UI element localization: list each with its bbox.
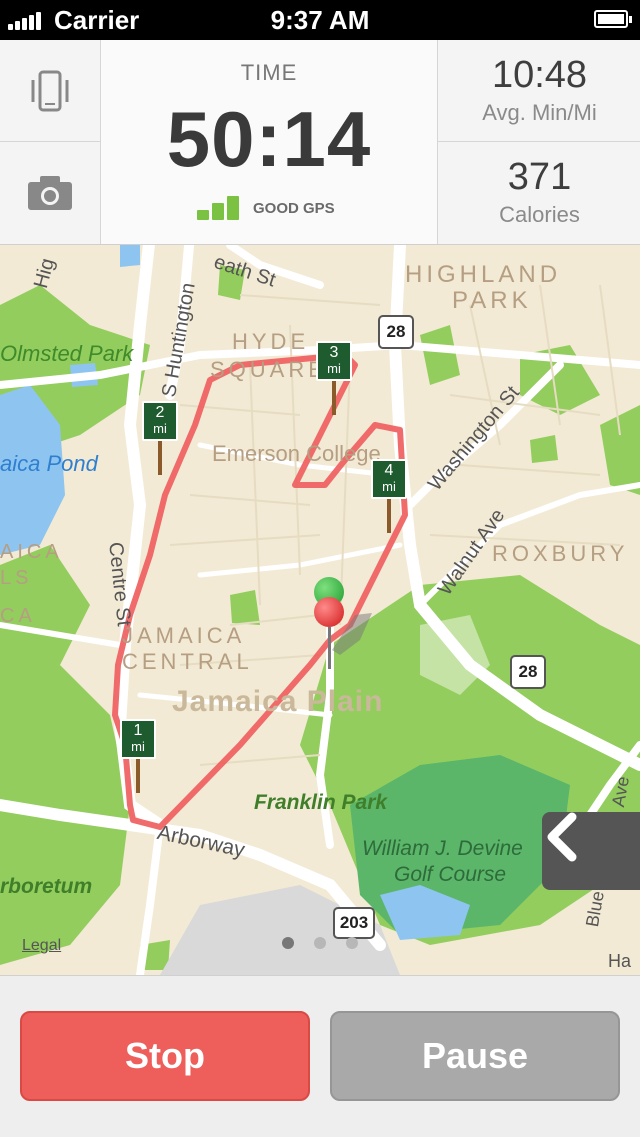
label-jamaica-left-1: AICA (0, 541, 63, 563)
mile-marker-number: 2 (155, 404, 165, 421)
label-roxbury: ROXBURY (492, 541, 629, 566)
route-28-shield-top: 28 (378, 315, 414, 349)
calories-stat[interactable]: 371 Calories (438, 142, 640, 243)
right-stats: 10:48 Avg. Min/Mi 371 Calories (437, 40, 640, 244)
mile-marker-3[interactable]: 3 mi (316, 341, 352, 415)
page-dot-1 (282, 937, 294, 949)
left-tools (0, 40, 101, 244)
label-jamaica-left-2: LS (0, 567, 33, 589)
page-dot-3 (346, 937, 358, 949)
mile-marker-4[interactable]: 4 mi (371, 459, 407, 533)
mile-marker-unit: mi (153, 421, 167, 436)
vibrate-button[interactable] (0, 40, 100, 142)
gps-indicator: GOOD GPS (197, 192, 397, 220)
label-jamaica-central-2: CENTRAL (122, 649, 253, 674)
time-label: TIME (240, 60, 298, 85)
calories-value: 371 (507, 156, 572, 198)
small-green-3 (530, 435, 558, 463)
mile-marker-unit: mi (131, 739, 145, 754)
label-jamaica-pond: aica Pond (0, 451, 98, 476)
phone-vibrate-icon (31, 70, 69, 111)
label-franklin-park: Franklin Park (254, 791, 388, 814)
stop-button[interactable]: Stop (20, 1011, 310, 1101)
label-hyde: HYDE (232, 329, 310, 354)
top-pond (120, 245, 140, 267)
calories-label: Calories (499, 202, 580, 227)
status-bar: Carrier 9:37 AM (0, 0, 640, 40)
battery-icon (594, 10, 632, 28)
label-golf-course-2: Golf Course (394, 863, 507, 886)
small-green-1 (230, 590, 260, 625)
mile-marker-unit: mi (382, 479, 396, 494)
time-display: TIME 50:14 GOOD GPS (101, 40, 437, 244)
label-highland: HIGHLAND (405, 261, 562, 288)
label-jamaica-plain: Jamaica Plain (172, 685, 384, 718)
clock: 9:37 AM (270, 5, 370, 35)
legal-link[interactable]: Legal (22, 937, 61, 955)
current-location-pin-icon[interactable] (314, 597, 344, 669)
camera-icon (28, 175, 72, 210)
mile-marker-number: 1 (133, 722, 143, 739)
elapsed-time: 50:14 (166, 95, 372, 183)
mile-marker-2[interactable]: 2 mi (142, 401, 178, 475)
route-map[interactable]: HIGHLAND PARK HYDE SQUARE Olmsted Park a… (0, 245, 640, 975)
mile-marker-1[interactable]: 1 mi (120, 719, 156, 793)
label-olmsted-park: Olmsted Park (0, 341, 134, 366)
label-seaver: Ha (608, 951, 632, 971)
label-square: SQUARE (210, 357, 327, 382)
label-park: PARK (452, 287, 532, 314)
mile-marker-number: 4 (384, 462, 394, 479)
label-arboretum: rboretum (0, 875, 93, 898)
workout-stats-panel: TIME 50:14 GOOD GPS 10:48 Avg. Min/Mi 37… (0, 40, 640, 245)
page-indicator (280, 937, 360, 951)
label-jamaica-central-1: JAMAICA (122, 623, 246, 648)
hyde-green (420, 325, 460, 385)
label-golf-course-1: William J. Devine (362, 837, 523, 860)
camera-button[interactable] (0, 142, 100, 243)
label-left-ca: CA (0, 605, 36, 627)
pace-label: Avg. Min/Mi (482, 100, 597, 125)
gps-signal-icon (197, 194, 241, 220)
northeast-green (600, 405, 640, 495)
mile-marker-number: 3 (329, 344, 339, 361)
gps-status: GOOD GPS (253, 200, 335, 217)
route-203-shield: 203 (333, 907, 375, 939)
pace-value: 10:48 (491, 54, 588, 96)
route-28-shield-mid: 28 (510, 655, 546, 689)
workout-controls: Stop Pause (0, 975, 640, 1137)
pause-button[interactable]: Pause (330, 1011, 620, 1101)
mile-marker-unit: mi (327, 361, 341, 376)
label-emerson-college: Emerson College (212, 441, 381, 466)
pace-stat[interactable]: 10:48 Avg. Min/Mi (438, 40, 640, 142)
chevron-left-icon (547, 812, 577, 862)
side-panel-tab[interactable] (542, 812, 640, 890)
page-dot-2 (314, 937, 326, 949)
